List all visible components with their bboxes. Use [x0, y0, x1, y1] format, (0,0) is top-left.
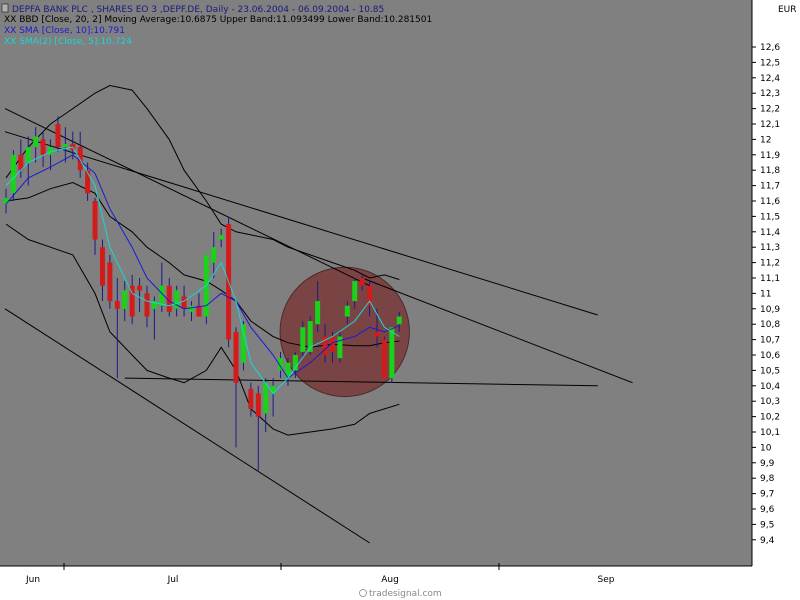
candle-body: [33, 136, 39, 148]
y-tick-label: 10,4: [760, 382, 780, 392]
y-tick-label: 11,4: [760, 228, 780, 238]
candle-body: [3, 197, 9, 205]
candle-body: [374, 331, 380, 337]
y-tick-label: 11,9: [760, 151, 780, 161]
candle-body: [77, 147, 83, 171]
x-tick-label: Jul: [167, 575, 179, 585]
y-tick-label: 10,2: [760, 413, 780, 423]
candle-body: [211, 247, 217, 263]
candle-body: [107, 262, 113, 302]
candle-body: [359, 278, 365, 286]
candle-body: [352, 281, 358, 302]
y-tick-label: 10,6: [760, 351, 780, 361]
candle-body: [218, 234, 224, 240]
watermark: tradesignal.com: [359, 589, 442, 599]
chart: 12,6 12,5 12,4 12,3 12,2 12,1 12 11,9 11,8 11,7 11…: [0, 0, 800, 600]
y-tick-label: 11,8: [760, 166, 780, 176]
y-tick-label: 9,4: [760, 536, 775, 546]
candle-body: [248, 388, 254, 409]
legend-sma5: XX SMA(2) [Close, 5]:10.724: [4, 37, 132, 47]
chart-svg: 12,6 12,5 12,4 12,3 12,2 12,1 12 11,9 11,8 11,7 11…: [0, 0, 797, 599]
y-tick-label: 11,2: [760, 259, 780, 269]
y-tick-label: 10,3: [760, 397, 780, 407]
candle-body: [92, 201, 98, 240]
candle-body: [263, 382, 269, 414]
candle-body: [144, 293, 150, 317]
candle-body: [25, 147, 31, 163]
candle-body: [233, 331, 239, 383]
y-tick-label: 12,3: [760, 89, 780, 99]
y-tick-label: 12,4: [760, 74, 780, 84]
y-tick-label: 11,3: [760, 243, 780, 253]
x-tick-label: Sep: [598, 575, 615, 585]
candle-body: [10, 154, 16, 194]
y-tick-label: 9,8: [760, 474, 775, 484]
y-tick-label: 11,5: [760, 212, 780, 222]
y-tick-label: 9,5: [760, 520, 774, 530]
y-tick-label: 11,6: [760, 197, 780, 207]
x-tick-label: Jun: [25, 575, 40, 585]
candle-body: [137, 285, 143, 291]
y-tick-label: 12,1: [760, 120, 780, 130]
candle-body: [389, 327, 395, 379]
candle-body: [62, 144, 68, 148]
candle-body: [99, 247, 105, 286]
y-tick-label: 10,5: [760, 366, 780, 376]
y-tick-label: 10,1: [760, 428, 780, 438]
y-tick-label: 12,6: [760, 43, 780, 53]
candle-body: [114, 301, 120, 309]
candle-body: [396, 316, 402, 325]
legend-title: DEPFA BANK PLC , SHARES EO 3 ,DEPF.DE, D…: [12, 5, 384, 15]
y-tick-label: 11,1: [760, 274, 780, 284]
candle-body: [300, 327, 306, 352]
candle-body: [55, 124, 61, 148]
currency-label: EUR: [778, 5, 797, 15]
legend-sma10: XX SMA [Close, 10]:10.791: [4, 26, 125, 36]
candle-body: [381, 339, 387, 379]
candle-body: [344, 305, 350, 317]
y-tick-label: 9,9: [760, 459, 775, 469]
y-tick-label: 10: [760, 443, 772, 453]
y-tick-label: 10,8: [760, 320, 780, 330]
y-tick-label: 10,7: [760, 336, 780, 346]
x-tick-label: Aug: [381, 575, 399, 585]
y-tick-label: 12: [760, 135, 771, 145]
candle-body: [255, 393, 261, 417]
y-tick-label: 9,7: [760, 490, 774, 500]
candle-body: [122, 290, 128, 309]
y-tick-label: 12,2: [760, 105, 780, 115]
y-tick-label: 12,5: [760, 58, 780, 68]
y-tick-label: 11: [760, 289, 771, 299]
y-tick-label: 10,9: [760, 305, 780, 315]
y-tick-label: 11,7: [760, 182, 780, 192]
candle-body: [315, 301, 321, 325]
y-tick-label: 9,6: [760, 505, 775, 515]
candle-body: [181, 296, 187, 309]
candle-body: [40, 139, 46, 155]
watermark-text: tradesignal.com: [369, 589, 442, 599]
legend-bbd: XX BBD [Close, 20, 2] Moving Average:10.…: [4, 15, 432, 25]
candle-body: [189, 305, 194, 312]
